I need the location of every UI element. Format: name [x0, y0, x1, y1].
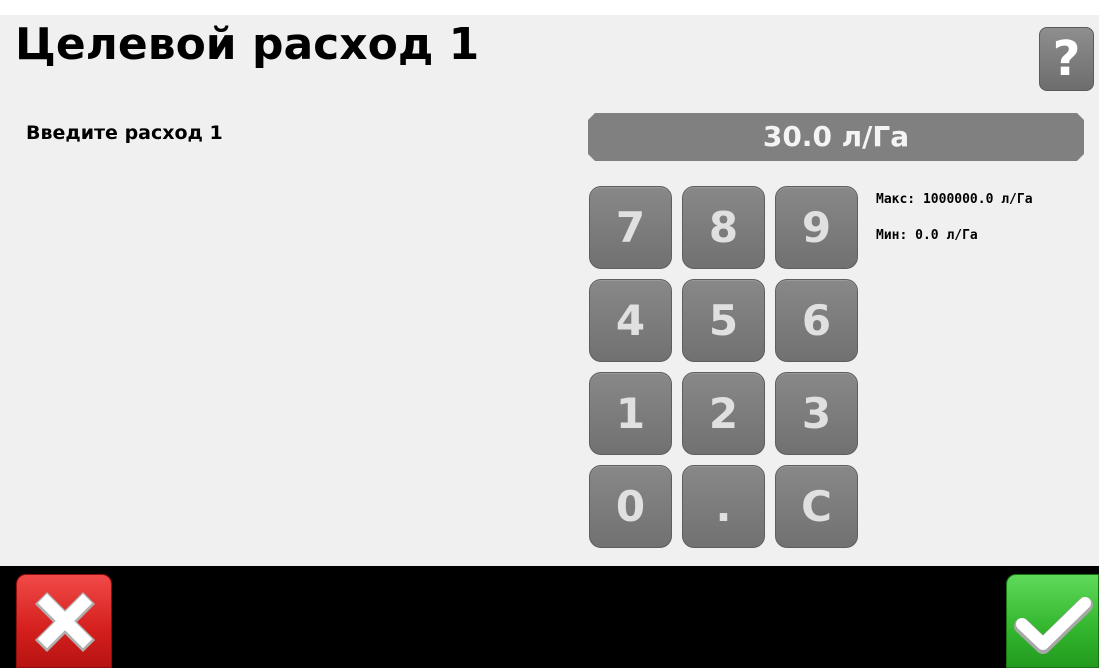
confirm-button[interactable]: [1006, 574, 1099, 668]
checkmark-icon: [1014, 597, 1093, 654]
limits-info: Макс: 1000000.0 л/Га Мин: 0.0 л/Га: [876, 190, 1033, 262]
numeric-keypad: 7 8 9 4 5 6 1 2 3 0 . C: [589, 186, 859, 548]
help-button[interactable]: ?: [1039, 27, 1094, 91]
key-9[interactable]: 9: [775, 186, 858, 269]
screen-background: [0, 15, 1099, 566]
max-label: Макс: 1000000.0 л/Га: [876, 192, 1033, 207]
cancel-button[interactable]: [16, 574, 112, 668]
key-5[interactable]: 5: [682, 279, 765, 362]
value-display: 30.0 л/Га: [588, 113, 1084, 161]
key-decimal[interactable]: .: [682, 465, 765, 548]
question-mark-icon: ?: [1052, 31, 1081, 87]
key-6[interactable]: 6: [775, 279, 858, 362]
key-3[interactable]: 3: [775, 372, 858, 455]
key-4[interactable]: 4: [589, 279, 672, 362]
key-1[interactable]: 1: [589, 372, 672, 455]
page-title: Целевой расход 1: [15, 19, 480, 70]
key-0[interactable]: 0: [589, 465, 672, 548]
min-label: Мин: 0.0 л/Га: [876, 228, 978, 243]
key-2[interactable]: 2: [682, 372, 765, 455]
x-icon: [34, 591, 96, 653]
key-clear[interactable]: C: [775, 465, 858, 548]
bottom-bar: [0, 566, 1099, 668]
key-8[interactable]: 8: [682, 186, 765, 269]
prompt-label: Введите расход 1: [26, 122, 223, 144]
key-7[interactable]: 7: [589, 186, 672, 269]
